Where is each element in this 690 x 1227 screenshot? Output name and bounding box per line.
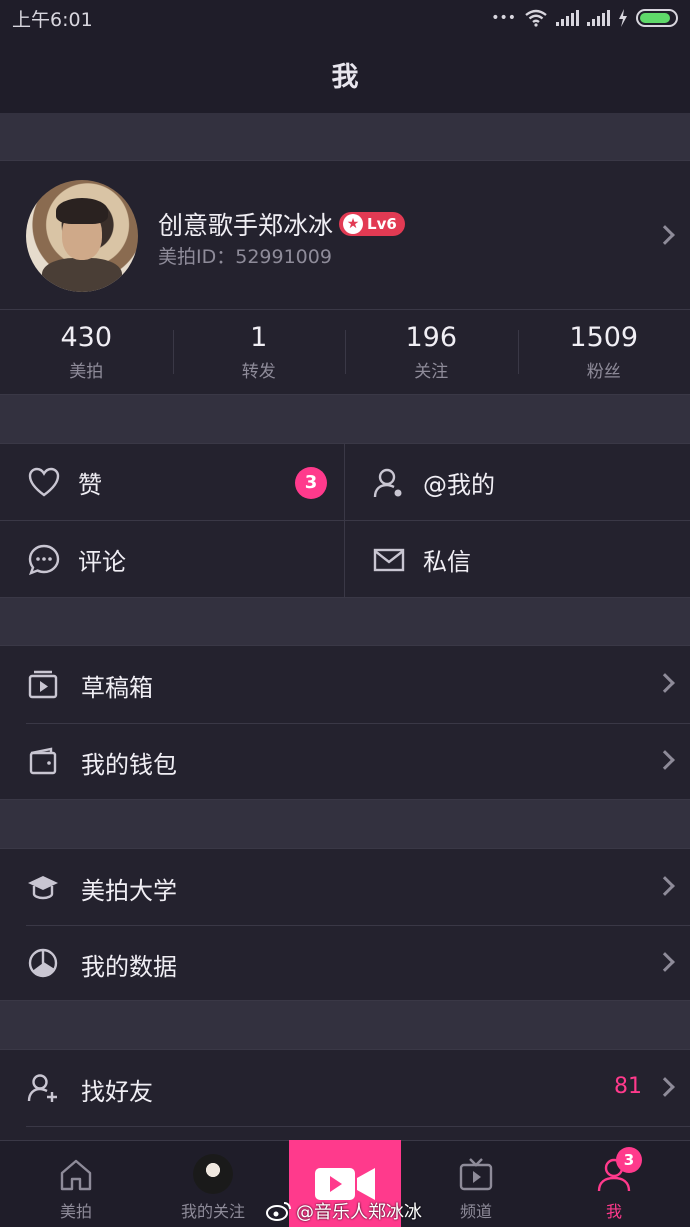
wifi-icon <box>525 9 547 27</box>
status-bar: 上午6:01 ••• <box>0 0 690 36</box>
likes-label: 赞 <box>78 471 102 499</box>
signal-icon-2 <box>587 10 610 26</box>
menu-section-3: 找好友 81 <box>0 1049 690 1144</box>
tab-me[interactable]: 我 <box>545 1141 683 1227</box>
tab-label: 美拍 <box>59 1202 92 1221</box>
stat-value: 430 <box>60 322 113 353</box>
menu-item-find-friends[interactable]: 找好友 81 <box>0 1050 690 1127</box>
section-gap <box>0 598 690 645</box>
chevron-right-icon <box>655 750 675 770</box>
comment-bubble-icon <box>28 544 60 575</box>
section-gap <box>0 395 690 443</box>
menu-section-2: 美拍大学 我的数据 <box>0 848 690 1001</box>
mentions-label: @我的 <box>423 471 495 499</box>
section-gap <box>0 1001 690 1049</box>
tab-channels[interactable]: 频道 <box>407 1141 545 1227</box>
home-icon <box>60 1159 92 1191</box>
mention-user-icon <box>373 468 402 497</box>
avatar[interactable] <box>26 180 138 292</box>
status-icons: ••• <box>491 9 678 27</box>
watermark: @音乐人郑冰冰 <box>266 1198 422 1224</box>
friend-count: 81 <box>614 1074 642 1099</box>
add-friend-icon <box>27 1074 57 1102</box>
messages-label: 私信 <box>423 548 471 576</box>
profile-name-row: 创意歌手郑冰冰 ★ Lv6 <box>158 206 405 242</box>
page-title: 我 <box>331 62 359 93</box>
tab-following[interactable]: 我的关注 <box>144 1141 282 1227</box>
stat-followers[interactable]: 1509 粉丝 <box>517 310 690 394</box>
stat-posts[interactable]: 430 美拍 <box>0 310 173 394</box>
menu-label: 找好友 <box>81 1078 153 1106</box>
profile-id: 美拍ID：52991009 <box>158 246 332 268</box>
chevron-right-icon <box>655 876 675 896</box>
divider <box>26 1126 690 1127</box>
following-avatar <box>193 1154 233 1194</box>
envelope-icon <box>373 548 405 571</box>
likes-badge: 3 <box>295 466 327 499</box>
status-time: 上午6:01 <box>12 8 93 31</box>
menu-label: 美拍大学 <box>81 877 177 905</box>
drafts-icon <box>28 670 58 699</box>
stats-bar: 430 美拍 1 转发 196 关注 1509 粉丝 <box>0 310 690 395</box>
signal-icon <box>556 10 579 26</box>
likes-cell[interactable]: 赞 3 <box>0 444 345 521</box>
messages-cell[interactable]: 私信 <box>345 521 690 598</box>
section-gap <box>0 800 690 848</box>
charging-icon <box>619 9 627 27</box>
stat-label: 粉丝 <box>586 362 621 382</box>
stat-label: 关注 <box>414 362 449 382</box>
tab-label: 我的关注 <box>180 1202 245 1221</box>
comments-cell[interactable]: 评论 <box>0 521 345 598</box>
pie-chart-icon <box>28 948 58 978</box>
mentions-cell[interactable]: @我的 <box>345 444 690 521</box>
notification-grid: 赞 3 @我的 评论 私信 <box>0 443 690 599</box>
level-label: Lv6 <box>367 215 397 233</box>
battery-icon <box>636 9 678 27</box>
heart-icon <box>28 467 60 496</box>
stat-value: 1 <box>250 322 268 353</box>
chevron-right-icon <box>655 1077 675 1097</box>
graduation-cap-icon <box>28 876 58 900</box>
page-header: 我 <box>0 36 690 113</box>
divider <box>0 520 690 521</box>
tab-home[interactable]: 美拍 <box>7 1141 145 1227</box>
stat-following[interactable]: 196 关注 <box>345 310 518 394</box>
menu-label: 草稿箱 <box>81 674 153 702</box>
menu-item-wallet[interactable]: 我的钱包 <box>0 723 690 800</box>
chevron-right-icon <box>655 225 675 245</box>
tab-label: 我 <box>605 1202 622 1221</box>
menu-label: 我的钱包 <box>81 751 177 779</box>
comments-label: 评论 <box>78 548 126 576</box>
divider <box>344 444 345 599</box>
stat-label: 转发 <box>241 362 276 382</box>
stat-value: 1509 <box>569 322 639 353</box>
chevron-right-icon <box>655 952 675 972</box>
star-icon: ★ <box>343 214 364 234</box>
stat-label: 美拍 <box>69 362 104 382</box>
wallet-icon <box>29 747 57 775</box>
level-badge: ★ Lv6 <box>339 212 405 236</box>
weibo-logo-icon <box>266 1202 291 1221</box>
tab-label: 频道 <box>459 1202 492 1221</box>
menu-label: 我的数据 <box>81 953 177 981</box>
menu-item-drafts[interactable]: 草稿箱 <box>0 646 690 723</box>
tv-icon <box>459 1158 493 1191</box>
profile-name: 创意歌手郑冰冰 <box>158 211 334 240</box>
menu-item-my-data[interactable]: 我的数据 <box>0 925 690 1002</box>
watermark-text: @音乐人郑冰冰 <box>296 1202 422 1223</box>
menu-section-1: 草稿箱 我的钱包 <box>0 645 690 800</box>
tab-me-badge: 3 <box>616 1147 642 1173</box>
stat-reposts[interactable]: 1 转发 <box>172 310 346 394</box>
chevron-right-icon <box>655 673 675 693</box>
menu-item-university[interactable]: 美拍大学 <box>0 849 690 926</box>
more-dots-icon: ••• <box>491 10 516 26</box>
section-gap <box>0 113 690 160</box>
stat-value: 196 <box>405 322 458 353</box>
